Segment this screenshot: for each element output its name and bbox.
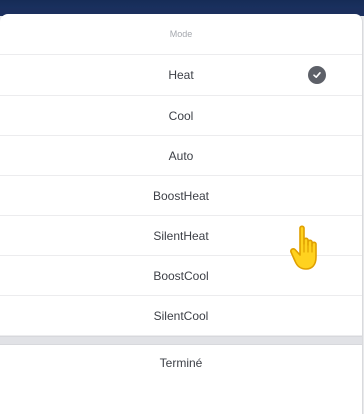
option-label: BoostCool bbox=[153, 268, 209, 283]
option-label: Cool bbox=[168, 108, 194, 123]
option-label: Heat bbox=[168, 68, 194, 82]
done-button[interactable]: Terminé bbox=[0, 345, 362, 381]
done-label: Terminé bbox=[159, 356, 203, 370]
screen: Mode Heat Cool Auto BoostHeat SilentHeat… bbox=[0, 0, 364, 414]
hand-pointer-icon bbox=[290, 225, 317, 270]
option-label: Auto bbox=[168, 148, 194, 163]
check-circle-icon bbox=[308, 66, 326, 84]
sheet-divider bbox=[0, 336, 362, 345]
option-label: BoostHeat bbox=[152, 188, 210, 203]
sheet-title: Mode bbox=[0, 14, 362, 55]
option-heat[interactable]: Heat bbox=[0, 55, 362, 96]
option-boostheat[interactable]: BoostHeat bbox=[0, 176, 362, 216]
option-silentcool[interactable]: SilentCool bbox=[0, 296, 362, 336]
option-auto[interactable]: Auto bbox=[0, 136, 362, 176]
option-cool[interactable]: Cool bbox=[0, 96, 362, 136]
mode-action-sheet: Mode Heat Cool Auto BoostHeat SilentHeat… bbox=[0, 14, 363, 414]
option-label: SilentHeat bbox=[153, 228, 209, 243]
option-label: SilentCool bbox=[153, 308, 209, 323]
